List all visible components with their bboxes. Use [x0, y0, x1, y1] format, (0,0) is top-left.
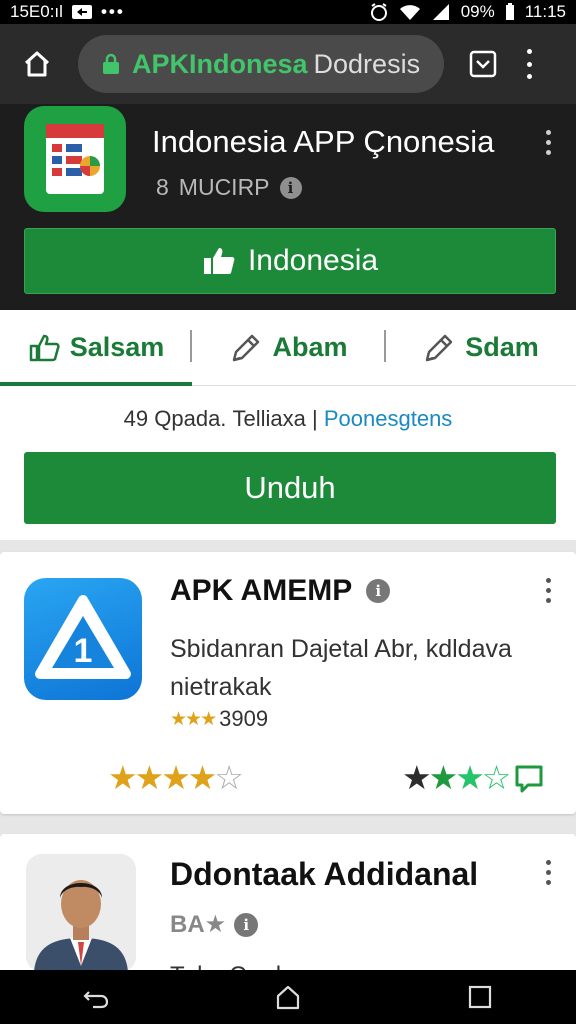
home-icon — [24, 51, 50, 77]
star-icon[interactable]: ★ — [455, 758, 485, 797]
cell-signal-icon — [432, 4, 449, 20]
app-notification-icon — [71, 5, 92, 19]
url-brand: APKIndonesa — [132, 48, 308, 79]
tab-label: Sdam — [465, 332, 539, 362]
tab-label: Abam — [272, 332, 348, 362]
hero-install-button[interactable]: Indonesia — [24, 228, 556, 294]
tab-sdam[interactable]: Sdam — [386, 310, 576, 385]
app-icon: 1 — [24, 578, 142, 700]
hero-overflow-icon[interactable] — [546, 130, 551, 155]
star-icon[interactable]: ★ — [161, 759, 191, 796]
hero-sub-text: MUCIRP — [178, 174, 270, 200]
app-card[interactable]: Ddontaak Addidanal BA★ i Tuka Crad — [0, 834, 576, 989]
card-overflow-icon[interactable] — [546, 860, 551, 885]
card-title: Ddontaak Addidanal — [170, 856, 478, 893]
system-nav-bar — [0, 970, 576, 1024]
lock-icon — [103, 53, 119, 74]
app-hero: Indonesia APP Çnonesia 8 MUCIRP i Indone… — [0, 104, 576, 310]
star-outline-icon[interactable]: ☆ — [214, 759, 244, 796]
hero-button-label: Indonesia — [247, 244, 379, 277]
star-rating[interactable]: ★★★★☆ — [108, 758, 244, 797]
app-card[interactable]: 1 APK AMEMP i Sbidanran Dajetal Abr, kdl… — [0, 552, 576, 814]
back-icon[interactable] — [81, 982, 111, 1012]
comment-icon[interactable] — [514, 763, 544, 793]
mini-rating: ★★★ 3909 — [170, 706, 268, 732]
tab-switcher-icon[interactable] — [468, 49, 498, 79]
card-title-text: APK AMEMP — [170, 574, 353, 607]
app-logo-icon — [24, 106, 126, 212]
alarm-icon — [370, 3, 387, 21]
hero-sub-number: 8 — [156, 174, 169, 200]
card-title: APK AMEMP i — [170, 574, 391, 608]
hero-app-title: Indonesia APP Çnonesia — [152, 124, 495, 159]
stats-text: 49 Qpadа. Telliaxa — [123, 406, 306, 431]
pen-icon — [425, 334, 453, 361]
more-notifications-icon: ••• — [100, 2, 125, 21]
info-icon[interactable]: i — [234, 912, 259, 937]
url-bar[interactable]: APKIndonesa Dodresis — [78, 35, 444, 93]
app-logo-graphic — [46, 124, 104, 194]
tab-salsam[interactable]: Salsam — [0, 310, 192, 385]
download-button[interactable]: Unduh — [24, 452, 556, 524]
hero-subtitle: 8 MUCIRP i — [156, 174, 302, 201]
tab-abam[interactable]: Abam — [192, 310, 386, 385]
avatar — [26, 854, 136, 972]
tab-label: Salsam — [69, 332, 165, 362]
star-icon[interactable]: ★ — [188, 759, 218, 796]
rating-count: 3909 — [219, 706, 269, 731]
status-time: 11:15 — [524, 2, 566, 21]
person-portrait — [26, 854, 136, 972]
battery-icon — [505, 3, 514, 20]
status-bar: 15E0:ıl ••• 09% 11:15 — [0, 0, 576, 24]
star-icon[interactable]: ★ — [402, 758, 432, 797]
home-button[interactable] — [20, 47, 54, 81]
card-title-text: Ddontaak Addidanal — [170, 856, 479, 892]
wifi-icon — [399, 5, 420, 20]
card-subtitle: BA★ i — [170, 910, 259, 939]
stats-link[interactable]: Poonesgtens — [324, 406, 452, 431]
home-nav-icon[interactable] — [273, 982, 303, 1012]
star-icon[interactable]: ★ — [135, 759, 165, 796]
card-sub-text: BA★ — [170, 911, 227, 938]
status-time-left: 15E0:ıl — [10, 2, 63, 21]
secondary-rating[interactable]: ★ ★ ★ ☆ — [402, 758, 544, 797]
card-description: Sbidanran Dajetal Abr, kdldava nietrakak — [170, 635, 512, 701]
url-rest: Dodresis — [313, 48, 421, 79]
thumbs-up-icon — [203, 248, 235, 274]
triangle-badge-icon: 1 — [35, 595, 131, 679]
info-icon[interactable]: i — [366, 579, 391, 603]
card-overflow-icon[interactable] — [546, 578, 551, 603]
battery-level: 09% — [460, 2, 495, 21]
recents-icon[interactable] — [465, 982, 495, 1012]
active-tab-indicator — [0, 382, 192, 386]
tab-bar: Salsam Abam Sdam — [0, 310, 576, 386]
pen-icon — [233, 334, 260, 361]
star-outline-icon[interactable]: ☆ — [482, 758, 512, 797]
mini-stars-icon: ★★★ — [170, 708, 217, 730]
app-icon-number: 1 — [74, 632, 93, 670]
stats-divider: | — [312, 406, 318, 431]
star-icon[interactable]: ★ — [429, 758, 459, 797]
overflow-menu-icon[interactable] — [524, 49, 534, 79]
info-icon[interactable]: i — [279, 176, 302, 199]
star-icon[interactable]: ★ — [108, 759, 138, 796]
stats-line: 49 Qpadа. Telliaxa | Poonesgtens — [0, 406, 576, 432]
thumbs-up-icon — [29, 334, 60, 361]
browser-toolbar: APKIndonesa Dodresis — [0, 24, 576, 104]
tabs-section: Salsam Abam Sdam 49 Qpadа. Telliaxa | Po… — [0, 310, 576, 540]
